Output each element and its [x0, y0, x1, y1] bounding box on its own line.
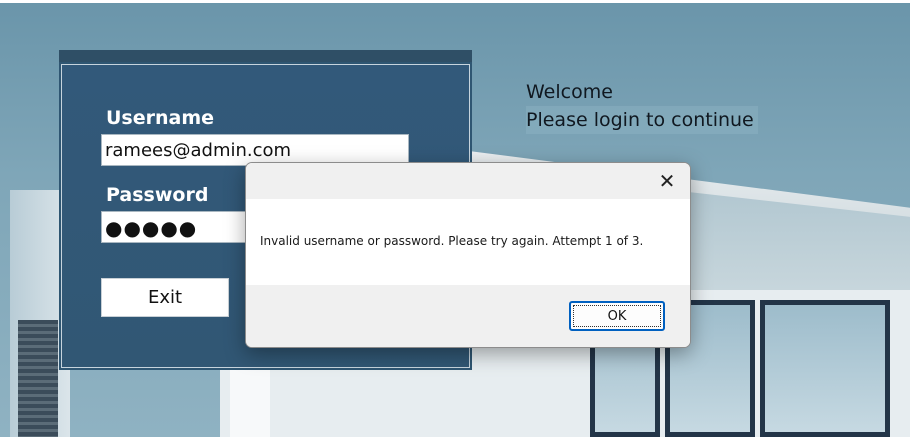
dialog-footer: OK — [246, 285, 690, 347]
error-dialog: ✕ Invalid username or password. Please t… — [245, 162, 691, 348]
dialog-body: Invalid username or password. Please try… — [246, 199, 690, 285]
login-panel-header — [59, 50, 472, 62]
welcome-subheading: Please login to continue — [526, 106, 758, 134]
ok-button[interactable]: OK — [569, 301, 665, 331]
dialog-title-bar: ✕ — [246, 163, 690, 199]
password-label: Password — [106, 184, 209, 206]
username-label: Username — [106, 107, 215, 129]
building-left-window — [18, 320, 58, 437]
welcome-heading: Welcome — [526, 81, 613, 103]
top-border — [0, 0, 910, 3]
building-window — [760, 300, 890, 437]
dialog-message: Invalid username or password. Please try… — [260, 234, 644, 248]
close-icon[interactable]: ✕ — [654, 169, 680, 193]
exit-button[interactable]: Exit — [101, 278, 229, 317]
welcome-text: Welcome Please login to continue — [526, 78, 758, 134]
